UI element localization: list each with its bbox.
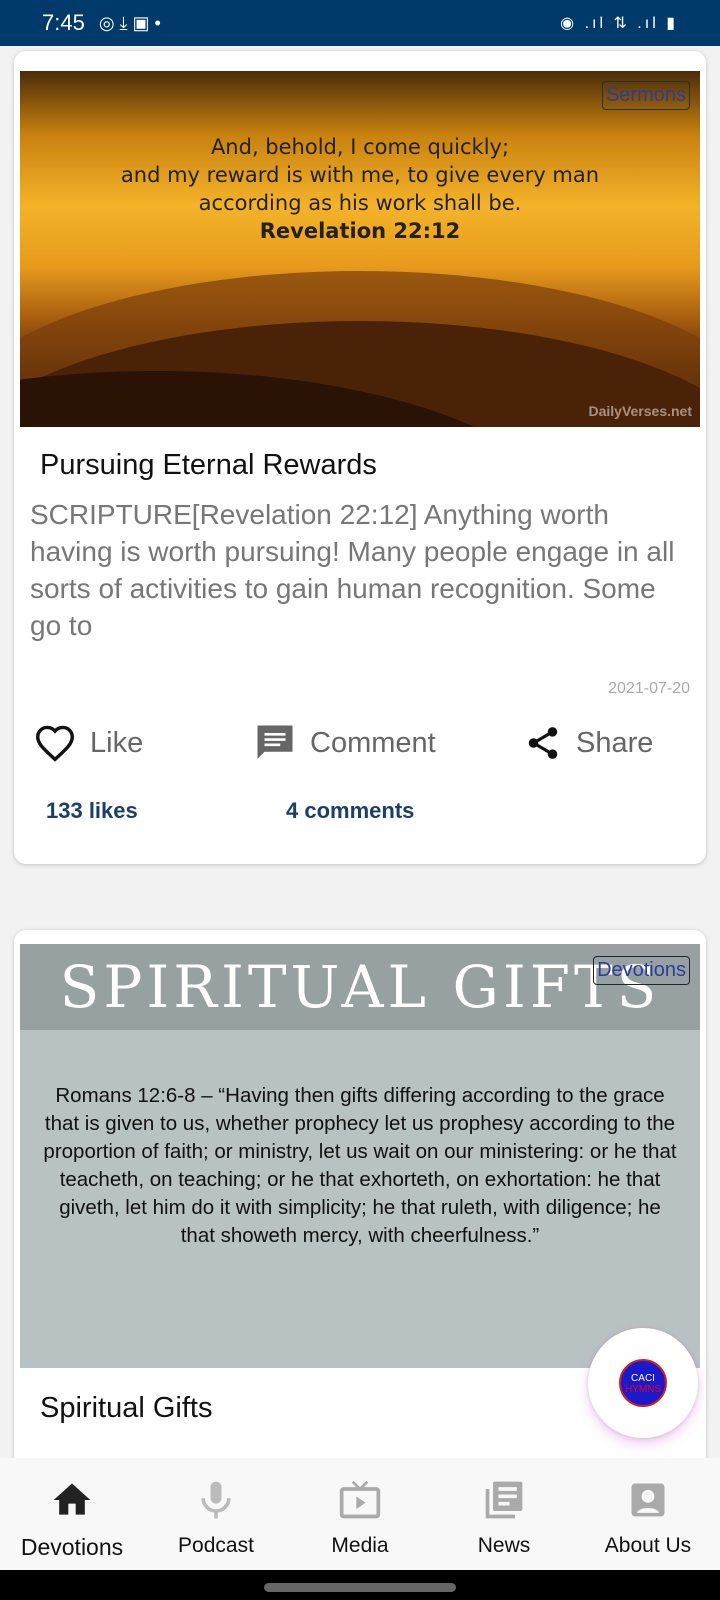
post-excerpt: SCRIPTURE[Revelation 22:12] Anything wor… xyxy=(30,499,675,641)
home-icon xyxy=(53,1483,91,1515)
notification-icons: ◎ ⤓ ▣ • xyxy=(98,12,161,33)
verse-reference: Revelation 22:12 xyxy=(259,219,461,243)
comments-count[interactable]: 4 comments xyxy=(286,798,414,824)
tab-news[interactable]: News xyxy=(432,1458,576,1570)
image-verse: Romans 12:6-8 – “Having then gifts diffe… xyxy=(43,1084,677,1247)
comment-icon xyxy=(257,725,293,759)
like-button[interactable]: Like xyxy=(34,724,254,762)
system-icons: ◉ .ıl ⇅ .ıl ▮ xyxy=(560,15,678,32)
tab-label: News xyxy=(477,1534,531,1557)
tab-label: About Us xyxy=(604,1534,692,1557)
tab-media[interactable]: Media xyxy=(288,1458,432,1570)
share-label: Share xyxy=(576,726,654,759)
caci-hymns-logo: CACI HYMNS xyxy=(619,1359,667,1407)
comment-button[interactable]: Comment xyxy=(254,722,524,764)
post-title[interactable]: Pursuing Eternal Rewards xyxy=(14,427,706,482)
image-verse: And, behold, I come quickly; and my rewa… xyxy=(20,133,700,245)
verse-line: according as his work shall be. xyxy=(198,191,522,215)
status-bar: 7:45 ◎ ⤓ ▣ • ◉ .ıl ⇅ .ıl ▮ xyxy=(0,0,720,46)
hymns-fab[interactable]: CACI HYMNS xyxy=(588,1328,698,1438)
category-tag[interactable]: Sermons xyxy=(601,81,690,110)
account-icon xyxy=(631,1483,665,1517)
tab-label: Podcast xyxy=(178,1534,254,1557)
tv-icon xyxy=(339,1480,381,1519)
post-date: 2021-07-20 xyxy=(608,680,690,697)
tab-label: Media xyxy=(331,1534,389,1557)
share-button[interactable]: Share xyxy=(524,723,653,763)
comment-label: Comment xyxy=(310,726,436,759)
likes-count[interactable]: 133 likes xyxy=(46,798,286,824)
verse-line: And, behold, I come quickly; xyxy=(210,135,510,159)
tab-label: Devotions xyxy=(20,1534,124,1560)
category-tag[interactable]: Devotions xyxy=(593,956,690,985)
verse-line: and my reward is with me, to give every … xyxy=(120,163,600,187)
watermark: DailyVerses.net xyxy=(588,403,692,419)
share-icon xyxy=(528,727,558,759)
post-card[interactable]: And, behold, I come quickly; and my rewa… xyxy=(14,51,706,864)
home-gesture-handle[interactable] xyxy=(264,1583,456,1592)
devotions-feed[interactable]: And, behold, I come quickly; and my rewa… xyxy=(0,46,720,1458)
mic-icon xyxy=(201,1481,231,1519)
status-time: 7:45 xyxy=(42,10,85,35)
tab-podcast[interactable]: Podcast xyxy=(144,1458,288,1570)
bottom-nav: Devotions Podcast Media News About Us xyxy=(0,1458,720,1570)
like-label: Like xyxy=(90,726,144,759)
news-icon xyxy=(485,1481,523,1519)
tab-about-us[interactable]: About Us xyxy=(576,1458,720,1570)
system-nav-bar xyxy=(0,1570,720,1600)
heart-icon xyxy=(35,725,75,762)
post-image[interactable]: And, behold, I come quickly; and my rewa… xyxy=(20,71,700,427)
post-image[interactable]: SPIRITUAL GIFTS Romans 12:6-8 – “Having … xyxy=(20,944,700,1368)
tab-devotions[interactable]: Devotions xyxy=(0,1458,144,1570)
